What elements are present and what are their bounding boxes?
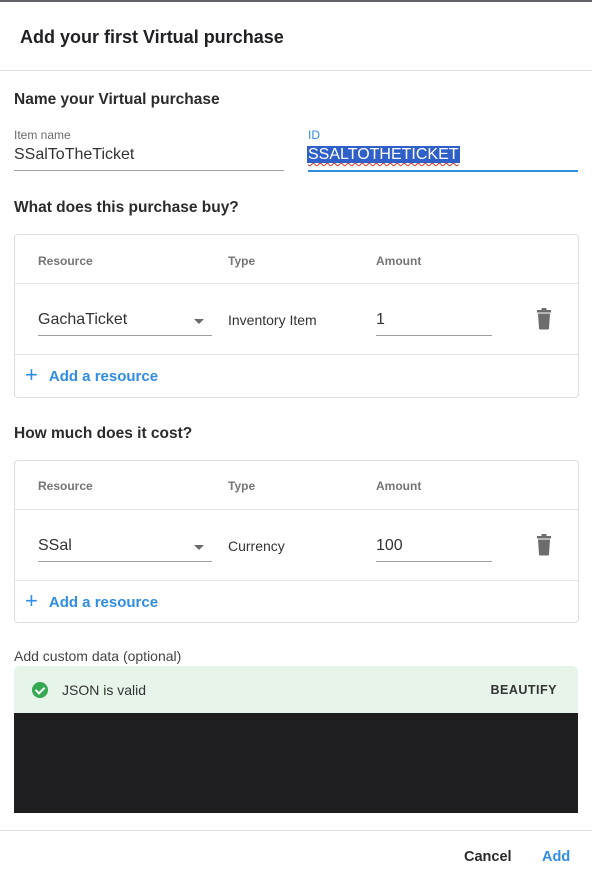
beautify-button[interactable]: BEAUTIFY <box>491 683 558 697</box>
row-divider <box>15 580 578 581</box>
trash-icon[interactable] <box>534 534 554 556</box>
resource-select-underline <box>38 561 212 562</box>
column-header-resource: Resource <box>38 479 93 493</box>
add-resource-label: Add a resource <box>48 367 159 385</box>
check-circle-icon <box>32 682 48 698</box>
add-resource-label: Add a resource <box>48 593 159 611</box>
id-input[interactable]: SSALTOTHETICKET <box>307 146 460 164</box>
column-header-amount: Amount <box>376 254 422 268</box>
json-status-text: JSON is valid <box>62 682 147 698</box>
name-section-title: Name your Virtual purchase <box>14 91 220 108</box>
plus-icon: + <box>25 362 38 387</box>
item-name-label: Item name <box>14 128 71 142</box>
footer-divider <box>0 830 592 831</box>
cost-section-title: How much does it cost? <box>14 425 193 442</box>
amount-underline <box>376 335 492 336</box>
resource-select[interactable]: SSal <box>38 537 72 555</box>
id-selected-text: SSALTOTHETICKET <box>307 146 460 163</box>
add-resource-button[interactable]: + Add a resource <box>25 362 159 387</box>
add-resource-button[interactable]: + Add a resource <box>25 588 159 613</box>
json-status-bar: JSON is valid BEAUTIFY <box>14 666 578 713</box>
json-editor[interactable] <box>14 713 578 813</box>
resource-type: Inventory Item <box>228 312 317 328</box>
cost-resource-table: Resource Type Amount SSal Currency 100 +… <box>14 460 579 623</box>
top-border <box>0 0 592 2</box>
header-divider <box>0 70 592 71</box>
id-underline <box>308 170 578 172</box>
resource-select-underline <box>38 335 212 336</box>
trash-icon[interactable] <box>534 308 554 330</box>
buy-resource-table: Resource Type Amount GachaTicket Invento… <box>14 234 579 398</box>
plus-icon: + <box>25 588 38 613</box>
row-divider <box>15 509 578 510</box>
column-header-amount: Amount <box>376 479 422 493</box>
column-header-type: Type <box>228 479 256 493</box>
chevron-down-icon[interactable] <box>194 319 204 324</box>
resource-select[interactable]: GachaTicket <box>38 311 127 329</box>
dialog-title: Add your first Virtual purchase <box>20 27 284 47</box>
amount-underline <box>376 561 492 562</box>
buy-section-title: What does this purchase buy? <box>14 199 239 216</box>
amount-input[interactable]: 1 <box>376 311 385 329</box>
row-divider <box>15 354 578 355</box>
row-divider <box>15 283 578 284</box>
resource-type: Currency <box>228 538 285 554</box>
column-header-resource: Resource <box>38 254 93 268</box>
chevron-down-icon[interactable] <box>194 545 204 550</box>
amount-input[interactable]: 100 <box>376 537 403 555</box>
add-button[interactable]: Add <box>542 849 570 865</box>
item-name-underline <box>14 170 284 171</box>
column-header-type: Type <box>228 254 256 268</box>
id-label: ID <box>308 128 320 142</box>
custom-data-label: Add custom data (optional) <box>14 648 182 664</box>
item-name-input[interactable]: SSalToTheTicket <box>14 146 134 164</box>
cancel-button[interactable]: Cancel <box>464 849 512 865</box>
